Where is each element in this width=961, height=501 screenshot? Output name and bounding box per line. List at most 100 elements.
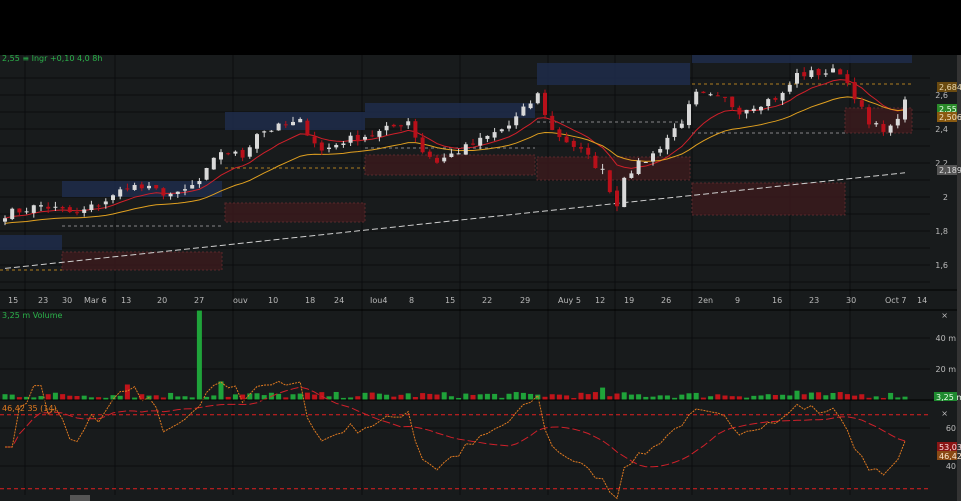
volume-bar [693,392,699,400]
volume-close-button[interactable]: × [941,311,948,320]
candle-up [31,205,36,213]
volume-bar [297,393,303,400]
volume-bar [636,394,642,400]
volume-bar [304,392,310,400]
time-label: 10 [268,296,278,305]
candle-down [355,134,360,142]
candle-up [269,130,274,132]
volume-bar [67,395,73,400]
candle-down [319,142,324,151]
candle-down [737,107,742,115]
volume-bar [621,392,627,400]
candle-up [204,167,209,180]
volume-bar [528,393,534,400]
candle-up [787,84,792,92]
candle-up [751,108,756,111]
volume-last-badge: 3,25 m [936,393,961,402]
candle-down [283,124,288,126]
volume-bar [873,396,879,400]
volume-bar [794,390,800,400]
candle-down [550,115,555,130]
candle-down [125,188,130,190]
price-tick: 1,6 [935,261,948,270]
volume-bar [60,394,66,400]
candle-up [89,204,94,211]
time-label: 9 [735,296,740,305]
candle-up [643,161,648,163]
horizontal-scroll-handle[interactable] [70,495,90,501]
candle-up [363,136,367,140]
volume-bar [772,395,778,400]
volume-bar [556,394,562,400]
time-label: 30 [62,296,72,305]
time-label: 30 [846,296,856,305]
volume-bar [376,393,382,400]
volume-bar [218,381,224,400]
candle-up [262,131,267,133]
time-label: 19 [624,296,634,305]
rsi-tick: 40 [946,462,956,471]
candle-down [715,95,720,97]
sma-badge: 2,189 [939,166,961,175]
candle-up [687,104,691,126]
candle-down [312,136,317,144]
volume-bar [765,394,771,400]
volume-bar [362,392,368,400]
candle-down [852,81,857,100]
candle-up [247,147,252,157]
candle-down [557,129,562,138]
volume-bar [211,395,217,400]
volume-bar [758,395,764,400]
time-label: 23 [809,296,819,305]
candle-up [190,185,195,189]
volume-bar [751,395,757,400]
volume-bar [513,392,519,400]
candle-up [903,99,907,120]
candle-down [867,107,871,125]
candle-up [622,177,627,208]
candle-up [651,153,655,162]
rsi-close-button[interactable]: × [941,409,948,418]
candle-up [600,168,605,170]
top-bar [0,0,961,55]
volume-bar [477,394,483,400]
candle-up [147,185,151,189]
candle-down [67,207,72,212]
rsi-title: 46,42 35 (14) [2,404,57,413]
candle-up [823,73,828,75]
candle-up [795,73,799,84]
volume-bar [578,392,584,400]
volume-bar [2,394,8,400]
candle-up [118,189,123,197]
candle-up [341,143,346,145]
volume-bar [45,394,51,400]
time-label: 26 [661,296,671,305]
candle-up [111,195,115,201]
time-label: 8 [409,296,414,305]
volume-bar [628,394,634,400]
candle-up [478,137,483,146]
volume-bar [276,393,282,400]
candle-down [435,157,439,163]
volume-bar [736,396,742,400]
time-label: 24 [334,296,344,305]
candle-down [816,68,821,76]
candle-up [10,208,15,220]
volume-bar [182,396,188,400]
candle-down [161,188,166,196]
candle-up [39,205,43,207]
volume-bar [312,394,318,400]
chart-canvas[interactable]: 2,55 ≡ Ingr +0,10 4,0 8h 2,6 2,4 2,2 2 1… [0,0,961,501]
candle-down [75,212,79,214]
time-label: 23 [38,296,48,305]
volume-bar [801,394,807,400]
candle-down [607,170,612,193]
candle-down [881,124,886,132]
volume-bar [333,391,339,400]
volume-bar [780,394,786,400]
volume-bar [520,392,526,400]
chart-background [0,55,961,501]
volume-bar [441,392,447,400]
candle-up [463,144,468,155]
volume-bar [470,394,476,400]
